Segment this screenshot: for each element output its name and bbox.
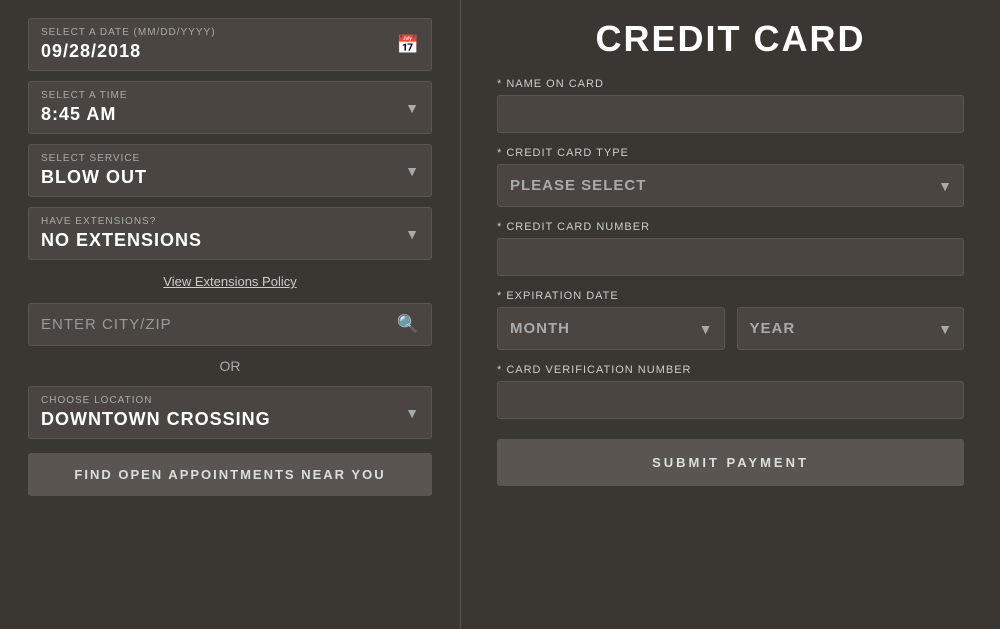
date-label: SELECT A DATE (MM/DD/YYYY): [41, 27, 419, 38]
card-type-select-wrapper: PLEASE SELECT VISA MASTERCARD AMERICAN E…: [497, 164, 964, 207]
card-number-label: * CREDIT CARD NUMBER: [497, 221, 964, 233]
location-field[interactable]: CHOOSE LOCATION DOWNTOWN CROSSING ▼: [28, 386, 432, 439]
service-dropdown-arrow: ▼: [405, 163, 419, 179]
submit-payment-button[interactable]: SUBMIT PAYMENT: [497, 439, 964, 486]
name-on-card-label: * NAME ON CARD: [497, 78, 964, 90]
expiration-group: * EXPIRATION DATE MONTH 01020304 0506070…: [497, 290, 964, 350]
time-dropdown-arrow: ▼: [405, 100, 419, 116]
extensions-dropdown-arrow: ▼: [405, 226, 419, 242]
city-zip-search[interactable]: ENTER CITY/ZIP 🔍: [28, 303, 432, 346]
calendar-icon: 📅: [397, 34, 419, 55]
card-number-group: * CREDIT CARD NUMBER: [497, 221, 964, 276]
left-panel: SELECT A DATE (MM/DD/YYYY) 09/28/2018 📅 …: [0, 0, 460, 629]
location-label: CHOOSE LOCATION: [41, 395, 419, 406]
date-value: 09/28/2018: [41, 41, 419, 62]
time-label: SELECT A TIME: [41, 90, 419, 101]
month-select[interactable]: MONTH 01020304 05060708 09101112: [497, 307, 725, 350]
service-field[interactable]: SELECT SERVICE BLOW OUT ▼: [28, 144, 432, 197]
location-dropdown-arrow: ▼: [405, 405, 419, 421]
search-icon: 🔍: [397, 314, 419, 335]
name-on-card-group: * NAME ON CARD: [497, 78, 964, 133]
view-extensions-link[interactable]: View Extensions Policy: [28, 270, 432, 293]
expiration-row: MONTH 01020304 05060708 09101112 ▼ YEAR …: [497, 307, 964, 350]
name-on-card-input[interactable]: [497, 95, 964, 133]
cvv-input[interactable]: [497, 381, 964, 419]
month-select-wrapper: MONTH 01020304 05060708 09101112 ▼: [497, 307, 725, 350]
service-label: SELECT SERVICE: [41, 153, 419, 164]
extensions-value: NO EXTENSIONS: [41, 230, 419, 251]
cvv-group: * CARD VERIFICATION NUMBER: [497, 364, 964, 419]
year-select-wrapper: YEAR 2018201920202021 2022202320242025 ▼: [737, 307, 965, 350]
expiration-label: * EXPIRATION DATE: [497, 290, 964, 302]
year-select[interactable]: YEAR 2018201920202021 2022202320242025: [737, 307, 965, 350]
card-type-group: * CREDIT CARD TYPE PLEASE SELECT VISA MA…: [497, 147, 964, 207]
card-type-label: * CREDIT CARD TYPE: [497, 147, 964, 159]
time-field[interactable]: SELECT A TIME 8:45 AM ▼: [28, 81, 432, 134]
card-type-select[interactable]: PLEASE SELECT VISA MASTERCARD AMERICAN E…: [497, 164, 964, 207]
or-divider: OR: [28, 356, 432, 376]
cvv-label: * CARD VERIFICATION NUMBER: [497, 364, 964, 376]
location-value: DOWNTOWN CROSSING: [41, 409, 419, 430]
extensions-field[interactable]: HAVE EXTENSIONS? NO EXTENSIONS ▼: [28, 207, 432, 260]
time-value: 8:45 AM: [41, 104, 419, 125]
find-appointments-button[interactable]: FIND OPEN APPOINTMENTS NEAR YOU: [28, 453, 432, 496]
credit-card-title: CREDIT CARD: [497, 18, 964, 60]
city-zip-placeholder: ENTER CITY/ZIP: [41, 316, 397, 333]
date-field[interactable]: SELECT A DATE (MM/DD/YYYY) 09/28/2018 📅: [28, 18, 432, 71]
extensions-label: HAVE EXTENSIONS?: [41, 216, 419, 227]
right-panel: CREDIT CARD * NAME ON CARD * CREDIT CARD…: [460, 0, 1000, 629]
card-number-input[interactable]: [497, 238, 964, 276]
service-value: BLOW OUT: [41, 167, 419, 188]
